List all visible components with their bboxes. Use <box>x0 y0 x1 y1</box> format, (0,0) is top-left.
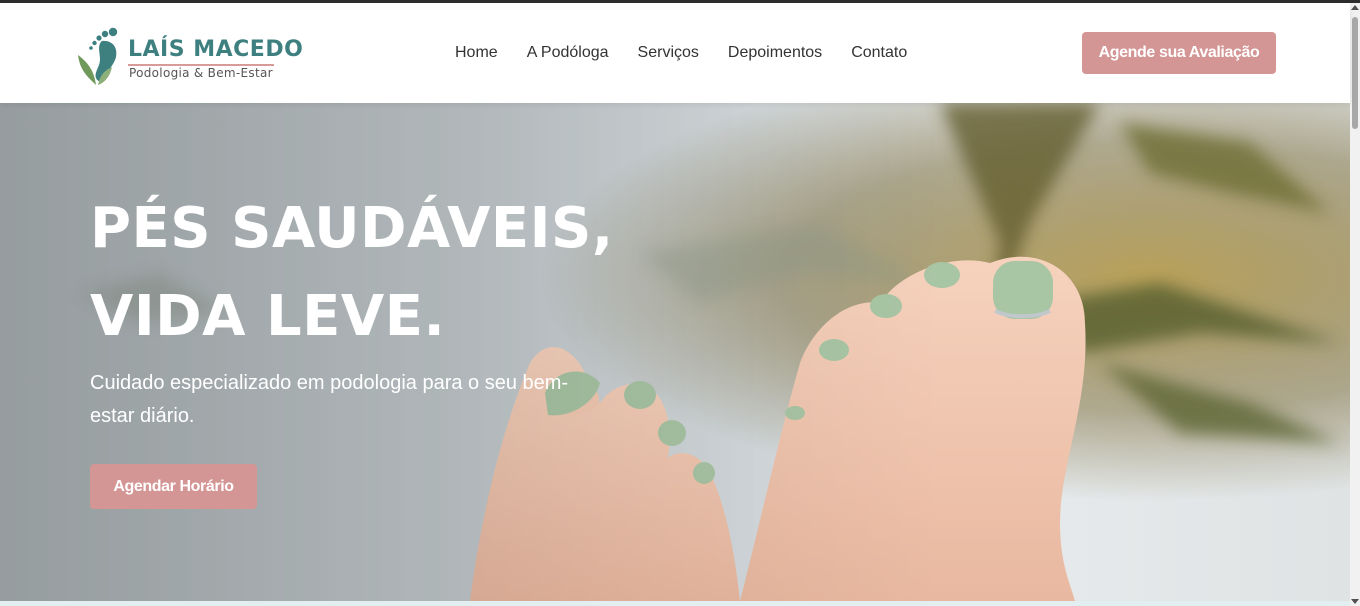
nav-servicos[interactable]: Serviços <box>638 44 699 62</box>
scrollbar-thumb[interactable] <box>1352 17 1358 129</box>
hero-title: PÉS SAUDÁVEIS, VIDA LEVE. <box>90 185 614 361</box>
nav-podologa[interactable]: A Podóloga <box>527 44 609 62</box>
page-scrollbar[interactable] <box>1350 3 1360 606</box>
site-header: LAÍS MACEDO Podologia & Bem-Estar Home A… <box>0 3 1350 103</box>
brand-title: LAÍS MACEDO <box>128 37 304 62</box>
hero-title-line1: PÉS SAUDÁVEIS, <box>90 196 614 261</box>
hero-subtitle: Cuidado especializado em podologia para … <box>90 372 569 427</box>
scroll-down-arrow-icon[interactable] <box>1351 599 1359 604</box>
brand-logo[interactable]: LAÍS MACEDO Podologia & Bem-Estar <box>78 25 303 87</box>
nav-home[interactable]: Home <box>455 44 498 62</box>
next-section-edge <box>0 601 1350 606</box>
hero-title-line2: VIDA LEVE. <box>90 284 446 349</box>
scroll-up-arrow-icon[interactable] <box>1351 5 1359 10</box>
book-appointment-button[interactable]: Agendar Horário <box>90 464 257 509</box>
nav-contato[interactable]: Contato <box>851 44 907 62</box>
schedule-evaluation-button[interactable]: Agende sua Avaliação <box>1082 32 1276 74</box>
brand-subtitle: Podologia & Bem-Estar <box>129 66 273 80</box>
foot-leaf-icon <box>78 27 118 85</box>
main-nav: Home A Podóloga Serviços Depoimentos Con… <box>455 44 936 62</box>
hero-section: PÉS SAUDÁVEIS, VIDA LEVE. Cuidado especi… <box>0 103 1350 601</box>
nav-depoimentos[interactable]: Depoimentos <box>728 44 822 62</box>
